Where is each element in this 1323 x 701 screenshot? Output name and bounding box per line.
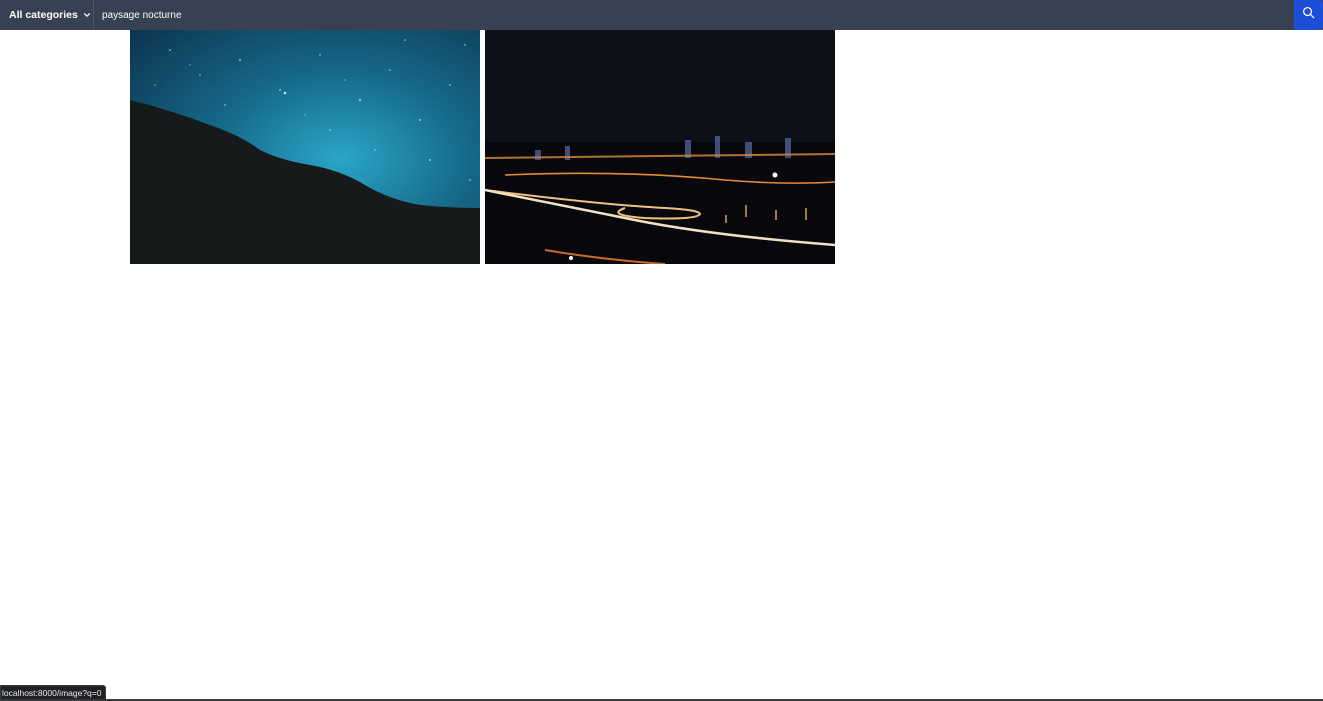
chevron-down-icon [83, 11, 91, 19]
search-button[interactable] [1294, 0, 1323, 30]
result-image-starry-sky[interactable] [130, 30, 480, 264]
image-results-grid [130, 30, 835, 264]
search-input[interactable] [95, 0, 1294, 30]
status-bar-url: localhost:8000/image?q=0 [0, 685, 107, 700]
result-image-city-night[interactable] [485, 30, 835, 264]
category-dropdown-button[interactable]: All categories [0, 0, 94, 30]
search-bar: All categories [0, 0, 1323, 30]
category-label: All categories [9, 9, 78, 21]
search-icon [1302, 6, 1315, 24]
